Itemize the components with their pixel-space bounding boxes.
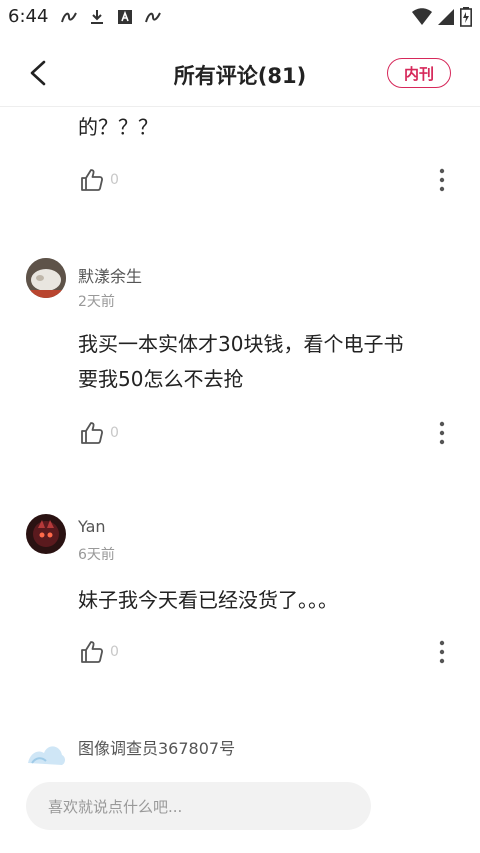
comment-actions: 0 — [80, 421, 460, 451]
comment-text: 妹子我今天看已经没货了。。。 — [78, 588, 338, 612]
app-bar: 所有评论(81) 内刊 — [0, 40, 480, 107]
download-icon — [88, 8, 106, 26]
comment-input[interactable]: 喜欢就说点什么吧... — [26, 782, 371, 830]
avatar[interactable] — [26, 258, 66, 298]
more-vertical-icon — [439, 640, 445, 664]
thumbs-up-icon — [81, 641, 103, 663]
notification-icon — [60, 8, 78, 26]
like-count: 0 — [110, 644, 119, 660]
comment-time: 2天前 — [78, 294, 115, 310]
avatar-image — [26, 729, 66, 769]
username[interactable]: 默漾余生 — [78, 263, 142, 287]
avatar-image — [26, 258, 66, 298]
comment-list[interactable]: 的？？？ 0 默漾余生 2天前 我买一本实体才30块钱，看个电子书 要我50怎么… — [0, 107, 480, 777]
more-options-button[interactable] — [436, 638, 448, 666]
neikan-button[interactable]: 内刊 — [387, 58, 451, 88]
avatar[interactable] — [26, 729, 66, 769]
app-a-icon — [116, 8, 134, 26]
like-count: 0 — [110, 172, 119, 188]
more-vertical-icon — [439, 421, 445, 445]
more-options-button[interactable] — [436, 419, 448, 447]
more-options-button[interactable] — [436, 166, 448, 194]
wifi-icon — [412, 8, 432, 30]
username[interactable]: 图像调查员367807号 — [78, 735, 235, 759]
battery-icon — [460, 7, 472, 31]
comment-text-line-2: 要我50怎么不去抢 — [78, 367, 244, 391]
notification-icon-2 — [144, 8, 162, 26]
comment-text-line-1: 我买一本实体才30块钱，看个电子书 — [78, 332, 404, 356]
status-time: 6:44 — [8, 6, 49, 27]
like-button[interactable]: 0 — [80, 168, 119, 192]
thumbs-up-icon — [81, 422, 103, 444]
comment-actions: 0 — [80, 168, 460, 198]
avatar-image — [26, 514, 66, 554]
like-count: 0 — [110, 425, 119, 441]
like-button[interactable]: 0 — [80, 640, 119, 664]
comment-text: 的？？？ — [78, 115, 158, 139]
signal-icon — [438, 8, 454, 30]
thumbs-up-icon — [81, 169, 103, 191]
comment-time: 6天前 — [78, 547, 115, 563]
comment-actions: 0 — [80, 640, 460, 670]
status-bar: 6:44 — [0, 0, 480, 34]
like-button[interactable]: 0 — [80, 421, 119, 445]
more-vertical-icon — [439, 168, 445, 192]
username[interactable]: Yan — [78, 517, 106, 536]
avatar[interactable] — [26, 514, 66, 554]
